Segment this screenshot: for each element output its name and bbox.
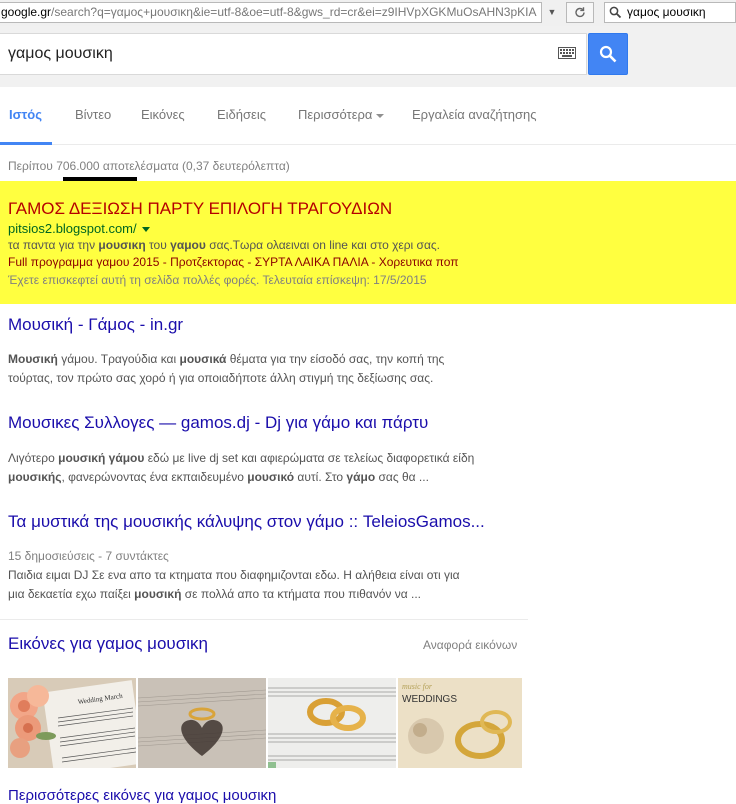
result-title-link[interactable]: Μουσικες Συλλογες — gamos.dj - Dj για γά… xyxy=(8,413,428,433)
url-path: /search?q=γαμος+μουσικη&ie=utf-8&oe=utf-… xyxy=(51,5,537,19)
section-divider xyxy=(0,619,528,620)
reload-icon xyxy=(575,7,585,18)
result-url-text: pitsios2.blogspot.com/ xyxy=(8,221,137,236)
result-snippet: Παιδια ειμαι DJ Σε ενα απο τα κτηματα πο… xyxy=(8,566,528,604)
image-rings-on-sheet-music xyxy=(268,678,396,768)
snippet-bold: μουσικό xyxy=(247,470,295,484)
snippet-line: Λιγότερο μουσική γάμου εδώ με live dj se… xyxy=(8,449,528,468)
tab-more-label: Περισσότερα xyxy=(298,107,373,122)
snippet-text: γάμου. Τραγούδια και xyxy=(57,352,180,366)
result-snippet: τα παντα για την μουσικη του γαμου σας.Τ… xyxy=(8,238,440,252)
visited-note: Έχετε επισκεφτεί αυτή τη σελίδα πολλές φ… xyxy=(8,273,427,287)
thumbnail-caption: WEDDINGS xyxy=(402,694,457,705)
snippet-line: Παιδια ειμαι DJ Σε ενα απο τα κτηματα πο… xyxy=(8,568,460,582)
more-images-link[interactable]: Περισσότερες εικόνες για γαμος μουσικη xyxy=(8,787,276,804)
image-thumbnail[interactable] xyxy=(268,678,396,768)
image-music-for-weddings: music for WEDDINGS xyxy=(398,678,522,768)
result-snippet: Λιγότερο μουσική γάμου εδώ με live dj se… xyxy=(8,449,528,487)
image-roses-sheet-music: Wedding March xyxy=(8,678,136,768)
result-meta: 15 δημοσιεύσεις - 7 συντάκτες xyxy=(8,549,169,563)
result-sitelinks[interactable]: Full προγραμμα γαμου 2015 - Προτζεκτορας… xyxy=(8,255,459,269)
snippet-text: αυτί. Στο xyxy=(294,470,347,484)
snippet-line: τούρτας, τον πρώτο σας χορό ή για οποιαδ… xyxy=(8,371,434,385)
browser-search-box[interactable]: γαμος μουσικη xyxy=(604,2,736,23)
tab-news[interactable]: Ειδήσεις xyxy=(217,107,266,122)
snippet-bold: μουσική γάμου xyxy=(58,451,145,465)
search-query-text[interactable]: γαμος μουσικη xyxy=(8,45,113,63)
snippet-text: μια δεκαετία εχω παίξει xyxy=(8,587,135,601)
image-ring-heart-shadow xyxy=(138,678,266,768)
tabs-divider xyxy=(0,144,736,145)
snippet-bold: μουσική xyxy=(134,587,182,601)
result-title-link[interactable]: ΓΑΜΟΣ ΔΕΞΙΩΣΗ ΠΑΡΤΥ ΕΠΙΛΟΓΗ ΤΡΑΓΟΥΔΙΩΝ xyxy=(8,199,392,219)
search-button[interactable] xyxy=(588,33,628,75)
snippet-line: μουσικής, φανερώνοντας ένα εκπαιδευμένο … xyxy=(8,468,528,487)
snippet-line: Μουσική γάμου. Τραγούδια και μουσικά θέμ… xyxy=(8,350,528,369)
image-thumbnail[interactable]: music for WEDDINGS xyxy=(398,678,522,768)
address-bar[interactable]: google.gr/search?q=γαμος+μουσικη&ie=utf-… xyxy=(0,2,542,23)
result-stats: Περίπου 706.000 αποτελέσματα (0,37 δευτε… xyxy=(8,159,290,173)
image-thumbnail[interactable]: Wedding March xyxy=(8,678,136,768)
active-tab-indicator xyxy=(0,142,52,145)
reload-button[interactable] xyxy=(566,2,594,23)
address-dropdown-icon[interactable]: ▼ xyxy=(545,4,559,20)
snippet-bold: μουσικη xyxy=(98,238,146,252)
search-icon xyxy=(609,6,622,19)
url-domain: google.gr xyxy=(1,5,52,19)
tab-web[interactable]: Ιστός xyxy=(9,107,42,122)
thumbnail-caption: music for xyxy=(402,682,433,691)
result-snippet: Μουσική γάμου. Τραγούδια και μουσικά θέμ… xyxy=(8,350,528,388)
snippet-bold: Μουσική xyxy=(8,352,58,366)
tab-videos[interactable]: Βίντεο xyxy=(75,107,111,122)
images-heading-link[interactable]: Εικόνες για γαμος μουσικη xyxy=(8,634,208,654)
search-icon xyxy=(599,45,617,63)
snippet-text: Λιγότερο xyxy=(8,451,59,465)
tab-search-tools[interactable]: Εργαλεία αναζήτησης xyxy=(412,107,537,122)
snippet-text: , φανερώνοντας ένα εκπαιδευμένο xyxy=(61,470,248,484)
keyboard-icon[interactable] xyxy=(558,47,576,59)
image-thumbnail[interactable] xyxy=(138,678,266,768)
result-title-link[interactable]: Τα μυστικά της μουσικής κάλυψης στον γάμ… xyxy=(8,512,485,532)
snippet-text: τα παντα για την xyxy=(8,238,99,252)
snippet-text: σας.Τωρα ολαειναι on line και στο χερι σ… xyxy=(205,238,441,252)
snippet-text: του xyxy=(145,238,171,252)
snippet-bold: γαμου xyxy=(170,238,206,252)
snippet-bold: μουσικά xyxy=(179,352,227,366)
snippet-text: σε πολλά απο τα κτήματα που πιθανόν να .… xyxy=(181,587,421,601)
tab-images[interactable]: Εικόνες xyxy=(141,107,185,122)
snippet-bold: γάμο xyxy=(346,470,376,484)
chevron-down-icon xyxy=(376,113,385,118)
snippet-text: θέματα για την είσοδό σας, την κοπή της xyxy=(226,352,445,366)
result-url: pitsios2.blogspot.com/ xyxy=(8,221,150,236)
snippet-line: μια δεκαετία εχω παίξει μουσική σε πολλά… xyxy=(8,585,528,604)
snippet-bold: μουσικής xyxy=(8,470,62,484)
snippet-text: εδώ με live dj set και αφιερώματα σε τελ… xyxy=(144,451,475,465)
url-dropdown-icon[interactable] xyxy=(141,227,150,233)
snippet-text: σας θα ... xyxy=(375,470,429,484)
tab-more[interactable]: Περισσότερα xyxy=(298,107,385,122)
report-images-link[interactable]: Αναφορά εικόνων xyxy=(423,638,517,652)
result-title-link[interactable]: Μουσική - Γάμος - in.gr xyxy=(8,315,183,335)
